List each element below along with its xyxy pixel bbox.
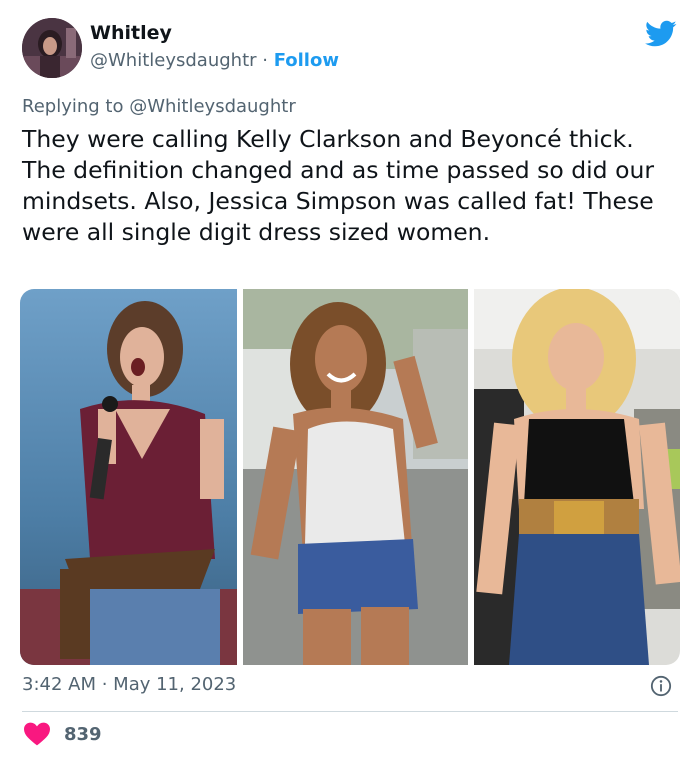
author-handle-line: @Whitleysdaughtr · Follow — [90, 50, 339, 71]
author-handle[interactable]: @Whitleysdaughtr — [90, 50, 257, 71]
reply-context[interactable]: Replying to @Whitleysdaughtr — [22, 96, 296, 117]
info-icon[interactable] — [650, 675, 672, 697]
media-photo-3[interactable] — [474, 289, 680, 665]
like-button[interactable]: 839 — [24, 722, 102, 746]
media-photo-2[interactable] — [243, 289, 468, 665]
tweet-timestamp[interactable]: 3:42 AM · May 11, 2023 — [22, 674, 236, 695]
timestamp-date: May 11, 2023 — [113, 674, 237, 695]
divider — [22, 711, 678, 712]
tweet-card: Whitley @Whitleysdaughtr · Follow Replyi… — [0, 0, 700, 764]
timestamp-time: 3:42 AM — [22, 674, 96, 695]
follow-button[interactable]: Follow — [274, 50, 339, 71]
media-grid — [20, 289, 680, 665]
timestamp-separator: · — [96, 674, 114, 695]
tweet-text: They were calling Kelly Clarkson and Bey… — [22, 125, 654, 246]
like-count: 839 — [64, 723, 102, 745]
handle-separator: · — [256, 50, 274, 71]
author-avatar[interactable] — [22, 18, 82, 78]
heart-icon — [24, 722, 50, 746]
jessica-simpson-photo-icon — [474, 289, 680, 665]
kelly-clarkson-photo-icon — [20, 289, 237, 665]
beyonce-photo-icon — [243, 289, 468, 665]
author-name[interactable]: Whitley — [90, 22, 172, 44]
avatar-image — [22, 18, 82, 78]
media-photo-1[interactable] — [20, 289, 237, 665]
twitter-bird-icon[interactable] — [645, 20, 677, 48]
